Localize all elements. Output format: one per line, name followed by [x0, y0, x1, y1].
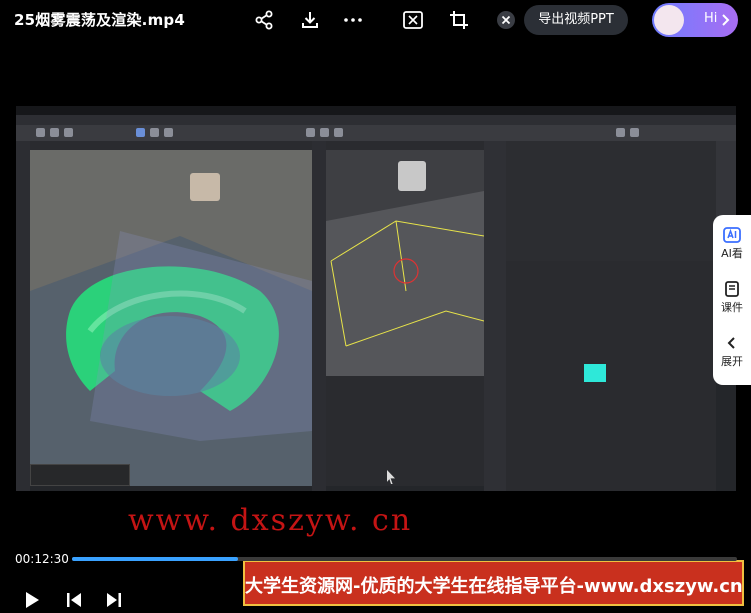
- watermark-banner: 大学生资源网-优质的大学生在线指导平台-www.dxszyw.cn: [243, 560, 744, 606]
- next-icon[interactable]: [104, 591, 124, 609]
- video-title: 25烟雾震荡及渲染.mp4: [14, 11, 185, 29]
- timeline-panel: [326, 376, 484, 486]
- export-ppt-button[interactable]: 导出视频PPT: [524, 5, 628, 35]
- app-menubar: [16, 115, 736, 125]
- perspective-scene: [326, 141, 484, 376]
- tool-icon: [320, 128, 329, 137]
- ai-assistant-button[interactable]: Hi: [652, 3, 738, 37]
- ai-watch-button[interactable]: AI看: [713, 227, 751, 261]
- tool-icon: [36, 128, 45, 137]
- absorption-color-swatch: [584, 364, 606, 382]
- chevron-right-icon: [722, 14, 730, 26]
- video-frame[interactable]: [16, 106, 736, 491]
- top-bar: 25烟雾震荡及渲染.mp4 导出视频PPT Hi: [0, 0, 751, 40]
- right-toolbar: [484, 141, 506, 491]
- mid-toolbar: [312, 141, 326, 491]
- tool-icon: [64, 128, 73, 137]
- expand-button[interactable]: 展开: [713, 335, 751, 369]
- ai-icon: [723, 227, 741, 243]
- screenshot-icon[interactable]: [402, 9, 424, 31]
- tool-icon: [306, 128, 315, 137]
- current-time: 00:12:30: [15, 552, 69, 566]
- crop-icon[interactable]: [448, 9, 470, 31]
- chevron-left-icon: [727, 337, 735, 349]
- attribute-manager: [506, 261, 716, 491]
- avatar: [654, 5, 684, 35]
- download-icon[interactable]: [299, 9, 321, 31]
- app-titlebar: [16, 106, 736, 115]
- previous-icon[interactable]: [64, 591, 84, 609]
- smoke-render: [30, 150, 312, 486]
- perspective-viewport: [326, 141, 484, 376]
- tool-icon: [50, 128, 59, 137]
- watermark-banner-text: 大学生资源网-优质的大学生在线指导平台-www.dxszyw.cn: [245, 576, 743, 597]
- object-manager: [506, 141, 716, 261]
- courseware-icon: [725, 281, 739, 297]
- app-toolbar: [16, 125, 736, 141]
- play-icon[interactable]: [22, 591, 42, 609]
- watermark-url: www. dxszyw. cn: [128, 503, 413, 538]
- ai-watch-label: AI看: [721, 247, 743, 260]
- tool-icon: [150, 128, 159, 137]
- hi-label: Hi: [704, 11, 718, 26]
- progress-fill: [72, 557, 239, 561]
- render-viewport: [30, 141, 312, 486]
- overlay-hint: [30, 464, 130, 486]
- tool-icon: [630, 128, 639, 137]
- tool-icon: [164, 128, 173, 137]
- tool-icon: [616, 128, 625, 137]
- progress-bar[interactable]: [72, 557, 737, 561]
- expand-label: 展开: [721, 355, 743, 368]
- tool-icon: [136, 128, 145, 137]
- left-toolbar: [16, 141, 30, 491]
- side-panel: AI看 课件 展开: [713, 215, 751, 385]
- more-icon[interactable]: [342, 9, 364, 31]
- share-icon[interactable]: [253, 9, 275, 31]
- tool-icon: [334, 128, 343, 137]
- courseware-label: 课件: [721, 301, 743, 314]
- close-icon[interactable]: [495, 9, 517, 31]
- courseware-button[interactable]: 课件: [713, 281, 751, 315]
